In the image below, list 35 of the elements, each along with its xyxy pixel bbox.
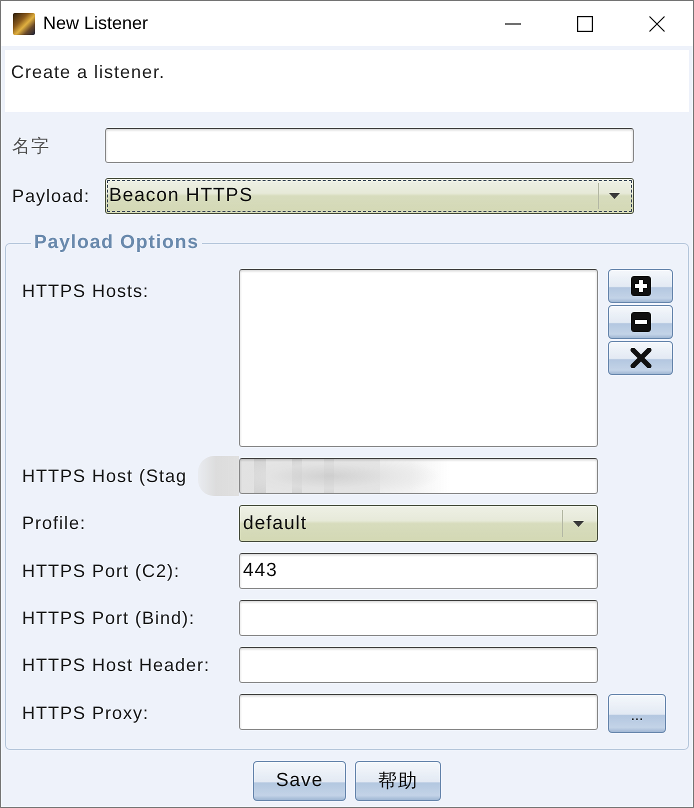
input-field[interactable] — [239, 647, 598, 683]
input-field[interactable] — [239, 600, 598, 636]
cross-icon — [630, 348, 652, 368]
field-label: HTTPS Port (C2): — [22, 560, 182, 582]
caret-icon — [609, 193, 620, 199]
field-label: HTTPS Host (Stag — [22, 466, 188, 486]
dropdown[interactable]: default — [239, 505, 598, 542]
app-icon — [13, 12, 35, 34]
caret-icon — [573, 520, 584, 526]
description-text: Create a listener. — [5, 50, 689, 112]
field-label: HTTPS Proxy: — [22, 703, 150, 724]
input-field[interactable]: 443 — [239, 553, 598, 589]
dialog-button[interactable]: 帮助 — [355, 761, 442, 801]
minus-icon — [630, 312, 650, 332]
field-label: Payload: — [12, 186, 92, 206]
dialog-button[interactable]: Save — [252, 761, 346, 801]
add-button[interactable] — [608, 269, 673, 303]
field-label: HTTPS Host Header: — [22, 654, 212, 676]
close-icon — [649, 16, 665, 32]
clear-button[interactable] — [608, 341, 673, 375]
remove-button[interactable] — [608, 305, 673, 339]
minimize-icon — [505, 22, 521, 24]
field-label: Profile: — [22, 513, 88, 534]
field-label: 名字 — [12, 134, 51, 158]
input-field[interactable] — [239, 694, 598, 730]
plus-icon — [630, 276, 650, 296]
group-title: Payload Options — [33, 232, 200, 254]
input-field[interactable] — [239, 458, 598, 494]
dropdown[interactable]: Beacon HTTPS — [105, 178, 634, 214]
field-label: HTTPS Hosts: — [22, 280, 150, 302]
field-label: HTTPS Port (Bind): — [22, 608, 196, 628]
window-title: New Listener — [43, 13, 148, 34]
maximize-icon — [577, 16, 593, 32]
input-field[interactable] — [105, 128, 634, 163]
browse-button[interactable]: ... — [608, 694, 666, 733]
